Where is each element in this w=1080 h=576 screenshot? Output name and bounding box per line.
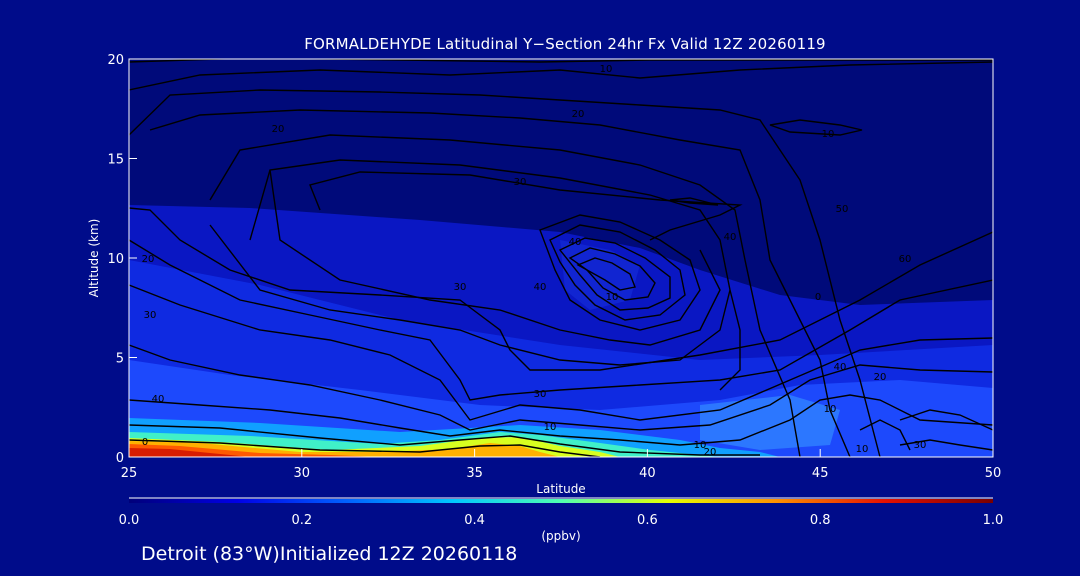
x-tick-label: 40: [639, 466, 656, 481]
y-tick-label: 5: [116, 352, 124, 367]
colorbar-ticks: 0.0 0.2 0.4 0.6 0.8 1.0: [119, 513, 1004, 528]
contour-label: 10: [824, 404, 837, 415]
contour-label: 60: [899, 254, 912, 265]
contour-label: 30: [914, 440, 927, 451]
colorbar-tick-label: 0.2: [291, 513, 312, 528]
y-tick-label: 10: [107, 252, 124, 267]
contour-label: 20: [272, 124, 285, 135]
x-tick-label: 50: [985, 466, 1002, 481]
contour-label: 0: [815, 292, 821, 303]
colorbar-tick-label: 1.0: [983, 513, 1004, 528]
contour-label: 10: [822, 129, 835, 140]
contour-label: 10: [856, 444, 869, 455]
contour-label: 30: [514, 177, 527, 188]
contour-label: 20: [874, 372, 887, 383]
x-tick-label: 30: [294, 466, 311, 481]
contour-label: 10: [600, 64, 613, 75]
contour-label: 30: [454, 282, 467, 293]
colorbar-tick-label: 0.8: [810, 513, 831, 528]
y-tick-label: 15: [107, 153, 124, 168]
contour-label: 40: [724, 232, 737, 243]
contour-label: 10: [544, 422, 557, 433]
contour-label: 30: [534, 389, 547, 400]
chart-svg: 1020203030 4040 40506010203030401010203040…: [107, 53, 1004, 528]
colorbar: [129, 499, 993, 503]
contour-label: 50: [836, 204, 849, 215]
contour-label: 20: [142, 254, 155, 265]
y-tick-label: 20: [107, 53, 124, 68]
y-tick-label: 0: [116, 451, 124, 466]
contour-label: 40: [534, 282, 547, 293]
contour-label: 40: [152, 394, 165, 405]
x-tick-label: 35: [466, 466, 483, 481]
contour-label: 20: [572, 109, 585, 120]
contour-label: 10: [694, 440, 707, 451]
contour-label: 40: [834, 362, 847, 373]
x-tick-label: 25: [121, 466, 138, 481]
colorbar-tick-label: 0.6: [637, 513, 658, 528]
contour-label: 10: [606, 292, 619, 303]
colorbar-tick-label: 0.4: [464, 513, 485, 528]
x-tick-label: 45: [812, 466, 829, 481]
contour-label: 0: [142, 437, 148, 448]
colorbar-tick-label: 0.0: [119, 513, 140, 528]
contour-label: 40: [569, 237, 582, 248]
contour-label: 30: [144, 310, 157, 321]
